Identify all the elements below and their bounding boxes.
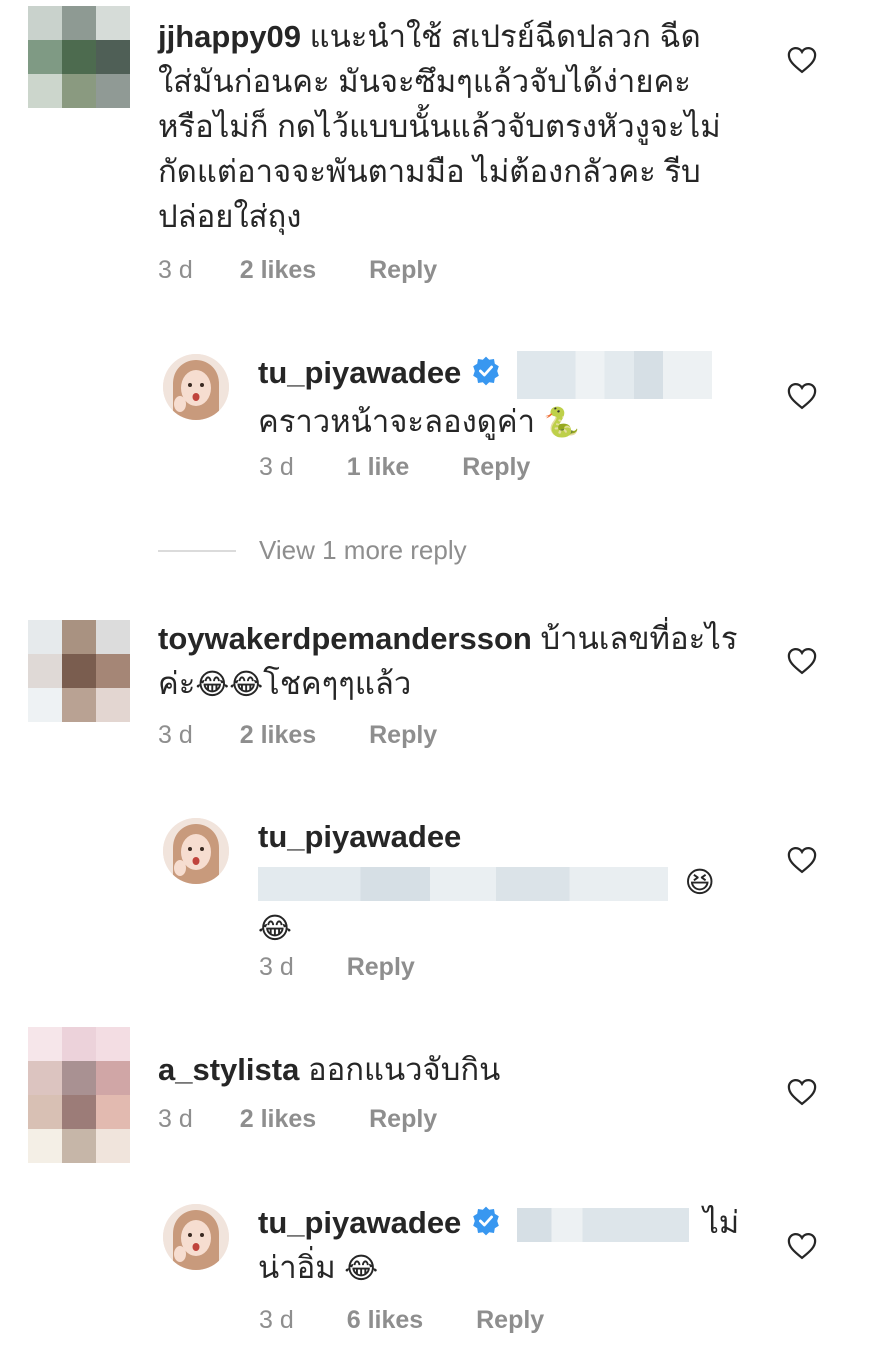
comment-text-line: ค่ะ xyxy=(158,666,196,701)
comment-username[interactable]: jjhappy09 xyxy=(158,19,301,54)
avatar-image xyxy=(163,818,229,884)
reply-time: 3 d xyxy=(259,453,294,481)
reply-text: ไม่ xyxy=(703,1205,740,1240)
reply-time: 3 d xyxy=(259,1306,294,1334)
comment-text-line: ใส่มันก่อนคะ มันจะซึมๆแล้วจับได้ง่ายคะ xyxy=(158,64,691,99)
blurred-mention xyxy=(258,866,668,901)
heart-icon[interactable] xyxy=(787,46,817,74)
comment-username[interactable]: toywakerdpemandersson xyxy=(158,621,532,656)
avatar[interactable] xyxy=(163,818,229,884)
avatar[interactable] xyxy=(163,354,229,420)
reply-meta: 3 d 1 like Reply xyxy=(259,453,530,482)
reply-button[interactable]: Reply xyxy=(369,256,437,284)
comment-time: 3 d xyxy=(158,721,193,749)
comment-meta: 3 d 2 likes Reply xyxy=(158,721,437,750)
comment-text-line: หรือไม่ก็ กดไว้แบบนั้นแล้วจับตรงหัวงูจะไ… xyxy=(158,109,721,144)
avatar-pixelated[interactable] xyxy=(28,1027,130,1163)
reply-button[interactable]: Reply xyxy=(369,721,437,749)
comment-text: ออกแนวจับกิน xyxy=(307,1052,501,1087)
reply-button[interactable]: Reply xyxy=(476,1306,544,1334)
reply-meta: 3 d 6 likes Reply xyxy=(259,1306,544,1335)
grinning-squint-emoji: 😆 xyxy=(684,865,715,899)
comment-likes[interactable]: 2 likes xyxy=(240,1105,316,1133)
comment-meta: 3 d 2 likes Reply xyxy=(158,256,437,285)
blurred-mention xyxy=(516,1207,689,1242)
reply-time: 3 d xyxy=(259,953,294,981)
reply-username[interactable]: tu_piyawadee xyxy=(258,819,461,854)
reply-text-line: น่าอิ่ม xyxy=(258,1250,336,1285)
reply-button[interactable]: Reply xyxy=(369,1105,437,1133)
comment-time: 3 d xyxy=(158,256,193,284)
comment-meta: 3 d 2 likes Reply xyxy=(158,1105,437,1134)
comment-text-line: กัดแต่อาจจะพันตามมือ ไม่ต้องกลัวคะ รีบ xyxy=(158,154,701,189)
heart-icon[interactable] xyxy=(787,382,817,410)
comment-body: toywakerdpemandersson บ้านเลขที่อะไร ค่ะ… xyxy=(158,616,768,707)
heart-icon[interactable] xyxy=(787,1078,817,1106)
reply-username[interactable]: tu_piyawadee xyxy=(258,1205,461,1240)
view-more-divider xyxy=(158,550,236,552)
reply-likes[interactable]: 1 like xyxy=(347,453,410,481)
comment-likes[interactable]: 2 likes xyxy=(240,721,316,749)
avatar-pixelated[interactable] xyxy=(28,620,130,722)
view-more-replies-button[interactable]: View 1 more reply xyxy=(259,535,467,566)
laugh-emoji: 😂 xyxy=(258,911,292,945)
comment-username[interactable]: a_stylista xyxy=(158,1052,299,1087)
verified-badge-icon xyxy=(473,1206,499,1236)
laugh-emoji: 😂😂 xyxy=(195,667,264,701)
comment-body: jjhappy09 แนะนำใช้ สเปรย์ฉีดปลวก ฉีด ใส่… xyxy=(158,14,758,239)
comment-likes[interactable]: 2 likes xyxy=(240,256,316,284)
comment-time: 3 d xyxy=(158,1105,193,1133)
comment-text-line: โชคๆๆแล้ว xyxy=(263,666,412,701)
avatar[interactable] xyxy=(163,1204,229,1270)
reply-body: tu_piyawadee 😆 😂 xyxy=(258,814,738,951)
avatar-pixelated[interactable] xyxy=(28,6,130,108)
comment-text-line: ปล่อยใส่ถุง xyxy=(158,199,302,234)
comment-body: a_stylista ออกแนวจับกิน xyxy=(158,1047,758,1092)
reply-button[interactable]: Reply xyxy=(347,953,415,981)
reply-button[interactable]: Reply xyxy=(462,453,530,481)
avatar-image xyxy=(163,1204,229,1270)
reply-meta: 3 d Reply xyxy=(259,953,415,982)
blurred-mention xyxy=(516,350,712,399)
comment-text: แนะนำใช้ สเปรย์ฉีดปลวก ฉีด xyxy=(309,19,701,54)
heart-icon[interactable] xyxy=(787,846,817,874)
verified-badge-icon xyxy=(473,356,499,386)
laugh-emoji: 😂 xyxy=(344,1251,379,1285)
reply-body: tu_piyawadee ไม่ น่าอิ่ม 😂 xyxy=(258,1200,758,1291)
reply-username[interactable]: tu_piyawadee xyxy=(258,355,461,390)
snake-emoji: 🐍 xyxy=(543,404,580,439)
heart-icon[interactable] xyxy=(787,647,817,675)
avatar-image xyxy=(163,354,229,420)
reply-text: คราวหน้าจะลองดูค่า xyxy=(258,403,536,439)
comment-text: บ้านเลขที่อะไร xyxy=(540,621,738,656)
reply-likes[interactable]: 6 likes xyxy=(347,1306,423,1334)
reply-body: tu_piyawadee คราวหน้าจะลองดูค่า 🐍 xyxy=(258,350,738,445)
heart-icon[interactable] xyxy=(787,1232,817,1260)
